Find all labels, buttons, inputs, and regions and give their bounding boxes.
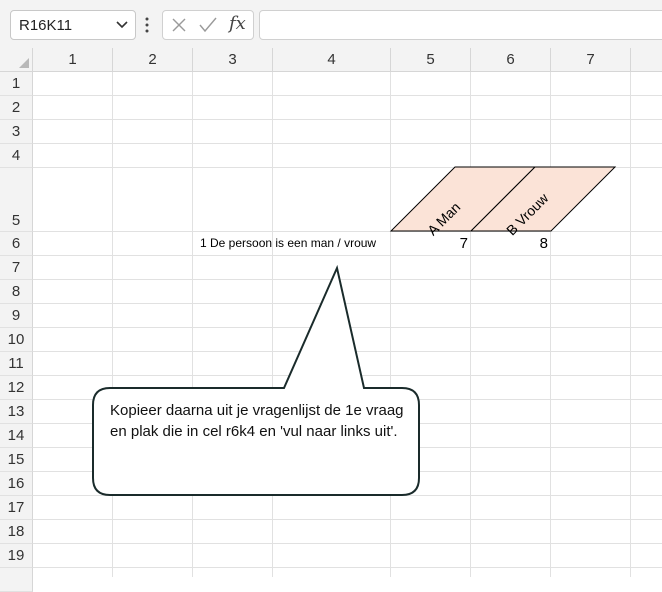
cell-r6k5[interactable]: 7 [391, 235, 468, 252]
drawing-overlay [92, 166, 617, 496]
cell-r6k6[interactable]: 8 [471, 235, 548, 252]
speech-bubble-callout[interactable] [92, 264, 420, 496]
callout-text: Kopieer daarna uit je vragenlijst de 1e … [110, 402, 404, 440]
cell-r6k4[interactable]: 1 De persoon is een man / vrouw [200, 236, 376, 250]
